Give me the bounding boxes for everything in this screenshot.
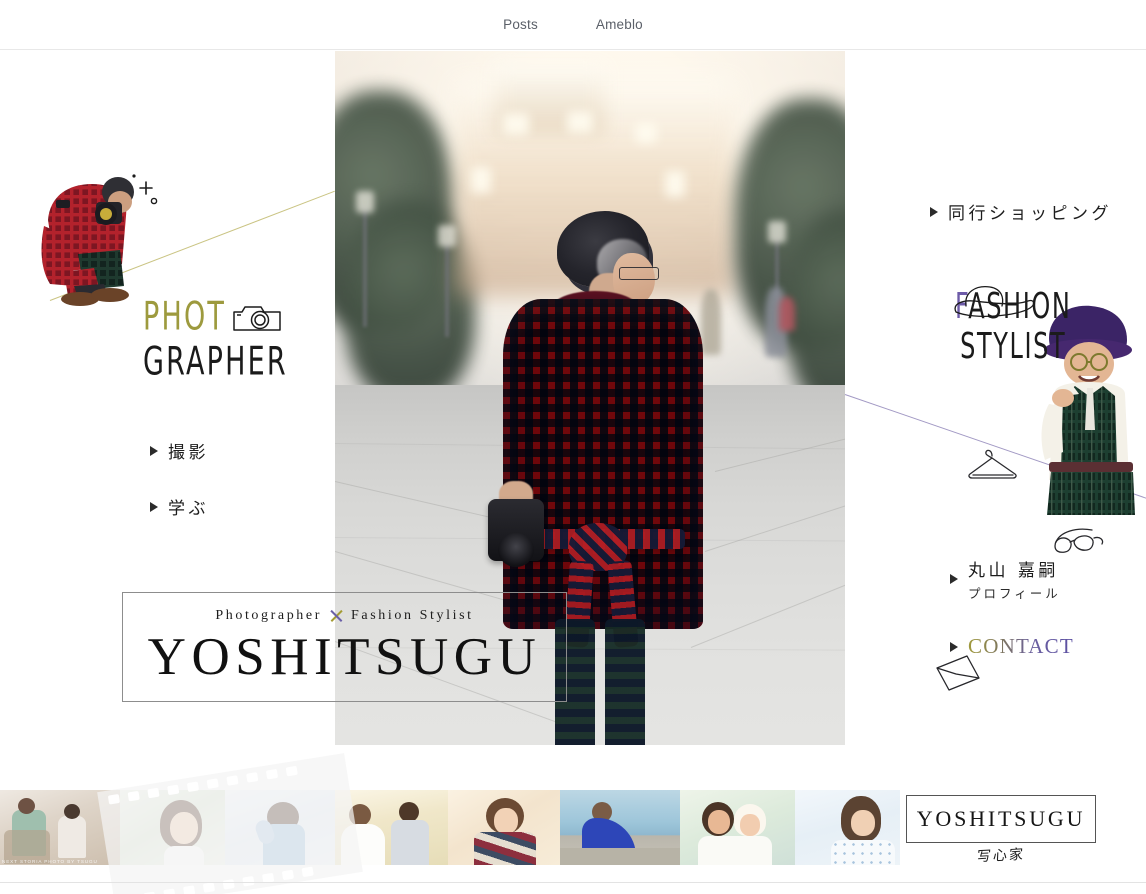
photographer-wordmark-line2: GRAPHER [143, 339, 288, 385]
hanger-sketch-icon [968, 449, 1017, 479]
thumb-blue-dress-sea[interactable] [560, 790, 680, 865]
thumb-portrait-denim[interactable] [225, 790, 335, 865]
contact-label: CONTACT [968, 634, 1074, 658]
top-navigation: Posts Ameblo [0, 0, 1146, 50]
triangle-bullet-icon [950, 574, 958, 584]
menu-shopping-label: 同行ショッピング [948, 204, 1112, 224]
triangle-bullet-icon [150, 501, 158, 512]
triangle-bullet-icon [930, 206, 938, 217]
profile-sub-label: プロフィール [968, 586, 1061, 601]
menu-contact[interactable]: CONTACT [950, 634, 1074, 659]
photographer-wordmark: PHOT GRAPHER [143, 295, 288, 385]
menu-profile[interactable]: 丸山 嘉嗣 プロフィール [950, 556, 1061, 602]
site-title-card: Photographer Fashion Stylist YOSHITSUGU [122, 592, 567, 702]
triangle-bullet-icon [150, 445, 158, 456]
footer-wordmark: YOSHITSUGU [916, 806, 1086, 831]
nav-posts[interactable]: Posts [503, 17, 538, 32]
thumb-wedding-couple[interactable] [335, 790, 448, 865]
hat-sketch-icon [954, 286, 1035, 317]
menu-shooting[interactable]: 撮影 [150, 438, 209, 463]
site-title-subtitle: Photographer Fashion Stylist [215, 608, 473, 624]
menu-learn-label: 学ぶ [168, 499, 209, 519]
thumb-interview[interactable]: NEXT STORIA PHOTO BY TSUGU [0, 790, 120, 865]
menu-shooting-label: 撮影 [168, 443, 209, 463]
thumb-caption: NEXT STORIA PHOTO BY TSUGU [2, 859, 98, 864]
thumb-mother-child[interactable] [680, 790, 795, 865]
footer-logo-box[interactable]: YOSHITSUGU [906, 795, 1096, 843]
photographer-cutout-image [41, 174, 158, 306]
menu-shopping[interactable]: 同行ショッピング [930, 199, 1112, 224]
camera-sketch-icon [233, 306, 281, 331]
subtitle-photographer: Photographer [215, 607, 322, 623]
thumb-portrait-floral[interactable] [795, 790, 915, 865]
x-separator-icon [329, 608, 344, 623]
thumb-portrait-stripes[interactable] [448, 790, 560, 865]
nav-ameblo[interactable]: Ameblo [596, 17, 643, 32]
photographer-wordmark-line1: PHOT [143, 295, 227, 341]
profile-name-label: 丸山 嘉嗣 [968, 561, 1059, 581]
page-title: YOSHITSUGU [147, 627, 542, 686]
stylist-wordmark-line2: STYLIST [960, 325, 1067, 368]
subtitle-fashion-stylist: Fashion Stylist [351, 607, 474, 623]
bottom-divider [0, 882, 1146, 883]
triangle-bullet-icon [950, 641, 958, 652]
menu-learn[interactable]: 学ぶ [150, 494, 209, 519]
thumb-portrait-smile[interactable] [120, 790, 225, 865]
page-root: Posts Ameblo PHOT GRAPHER 撮影 学ぶ 同行ショッピング… [0, 0, 1146, 894]
